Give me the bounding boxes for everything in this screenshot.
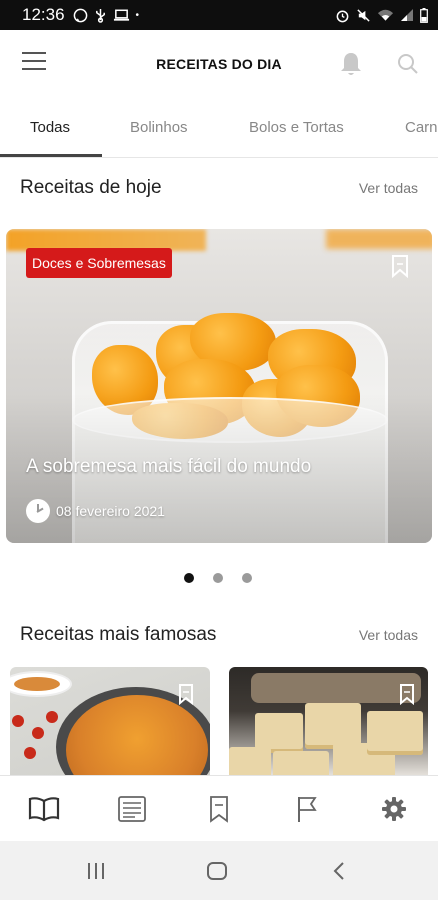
carousel-dot[interactable] xyxy=(213,573,223,583)
laptop-icon xyxy=(113,9,129,21)
back-icon[interactable] xyxy=(328,859,352,883)
dot-icon: • xyxy=(135,9,140,21)
bookmark-icon[interactable] xyxy=(178,683,194,705)
famous-recipe-card[interactable] xyxy=(229,667,428,777)
bookmark-icon[interactable] xyxy=(399,683,415,705)
system-navigation-bar xyxy=(0,841,438,900)
famous-recipe-card[interactable] xyxy=(10,667,210,777)
recipes-book-icon[interactable] xyxy=(27,794,61,824)
settings-icon[interactable] xyxy=(377,794,411,824)
signal-icon xyxy=(401,9,413,21)
section-title-today: Receitas de hoje xyxy=(20,177,162,198)
tab-carnes[interactable]: Carn xyxy=(405,98,438,157)
battery-icon xyxy=(420,7,428,23)
today-section-header: Receitas de hoje Ver todas xyxy=(20,177,418,199)
flag-icon[interactable] xyxy=(290,794,324,824)
see-all-today-link[interactable]: Ver todas xyxy=(359,180,418,196)
app-bar: RECEITAS DO DIA xyxy=(0,30,438,98)
search-icon[interactable] xyxy=(396,52,420,76)
see-all-famous-link[interactable]: Ver todas xyxy=(359,627,418,643)
tab-indicator xyxy=(0,154,102,157)
news-icon[interactable] xyxy=(115,794,149,824)
usb-icon xyxy=(95,8,105,23)
date-text: 08 fevereiro 2021 xyxy=(56,503,165,519)
featured-recipe-title: A sobremesa mais fácil do mundo xyxy=(26,456,312,477)
tab-bolos-e-tortas[interactable]: Bolos e Tortas xyxy=(249,98,344,157)
home-icon[interactable] xyxy=(205,859,229,883)
famous-section-header: Receitas mais famosas Ver todas xyxy=(20,624,418,646)
tab-todas[interactable]: Todas xyxy=(30,98,70,157)
bookmarks-icon[interactable] xyxy=(202,794,236,824)
alarm-icon xyxy=(336,10,349,22)
mute-icon xyxy=(357,8,370,22)
status-bar: 12:36 • xyxy=(0,0,438,30)
wifi-icon xyxy=(377,9,394,21)
featured-recipe-date: 08 fevereiro 2021 xyxy=(26,499,165,523)
whatsapp-icon xyxy=(73,8,87,22)
page-title: RECEITAS DO DIA xyxy=(156,56,282,72)
carousel-dot[interactable] xyxy=(242,573,252,583)
status-time: 12:36 xyxy=(22,5,65,24)
clock-icon xyxy=(26,499,50,523)
category-tabs: Todas Bolinhos Bolos e Tortas Carn xyxy=(0,98,438,158)
category-badge[interactable]: Doces e Sobremesas xyxy=(26,248,172,278)
recent-apps-icon[interactable] xyxy=(84,859,108,883)
featured-recipe-card[interactable]: Doces e Sobremesas A sobremesa mais fáci… xyxy=(6,229,432,543)
carousel-dot[interactable] xyxy=(184,573,194,583)
bottom-navigation xyxy=(0,775,438,841)
tab-bolinhos[interactable]: Bolinhos xyxy=(130,98,188,157)
section-title-famous: Receitas mais famosas xyxy=(20,624,217,645)
menu-icon[interactable] xyxy=(22,52,48,74)
bookmark-icon[interactable] xyxy=(391,254,409,278)
carousel-indicator xyxy=(184,573,252,583)
bell-icon[interactable] xyxy=(338,50,364,78)
